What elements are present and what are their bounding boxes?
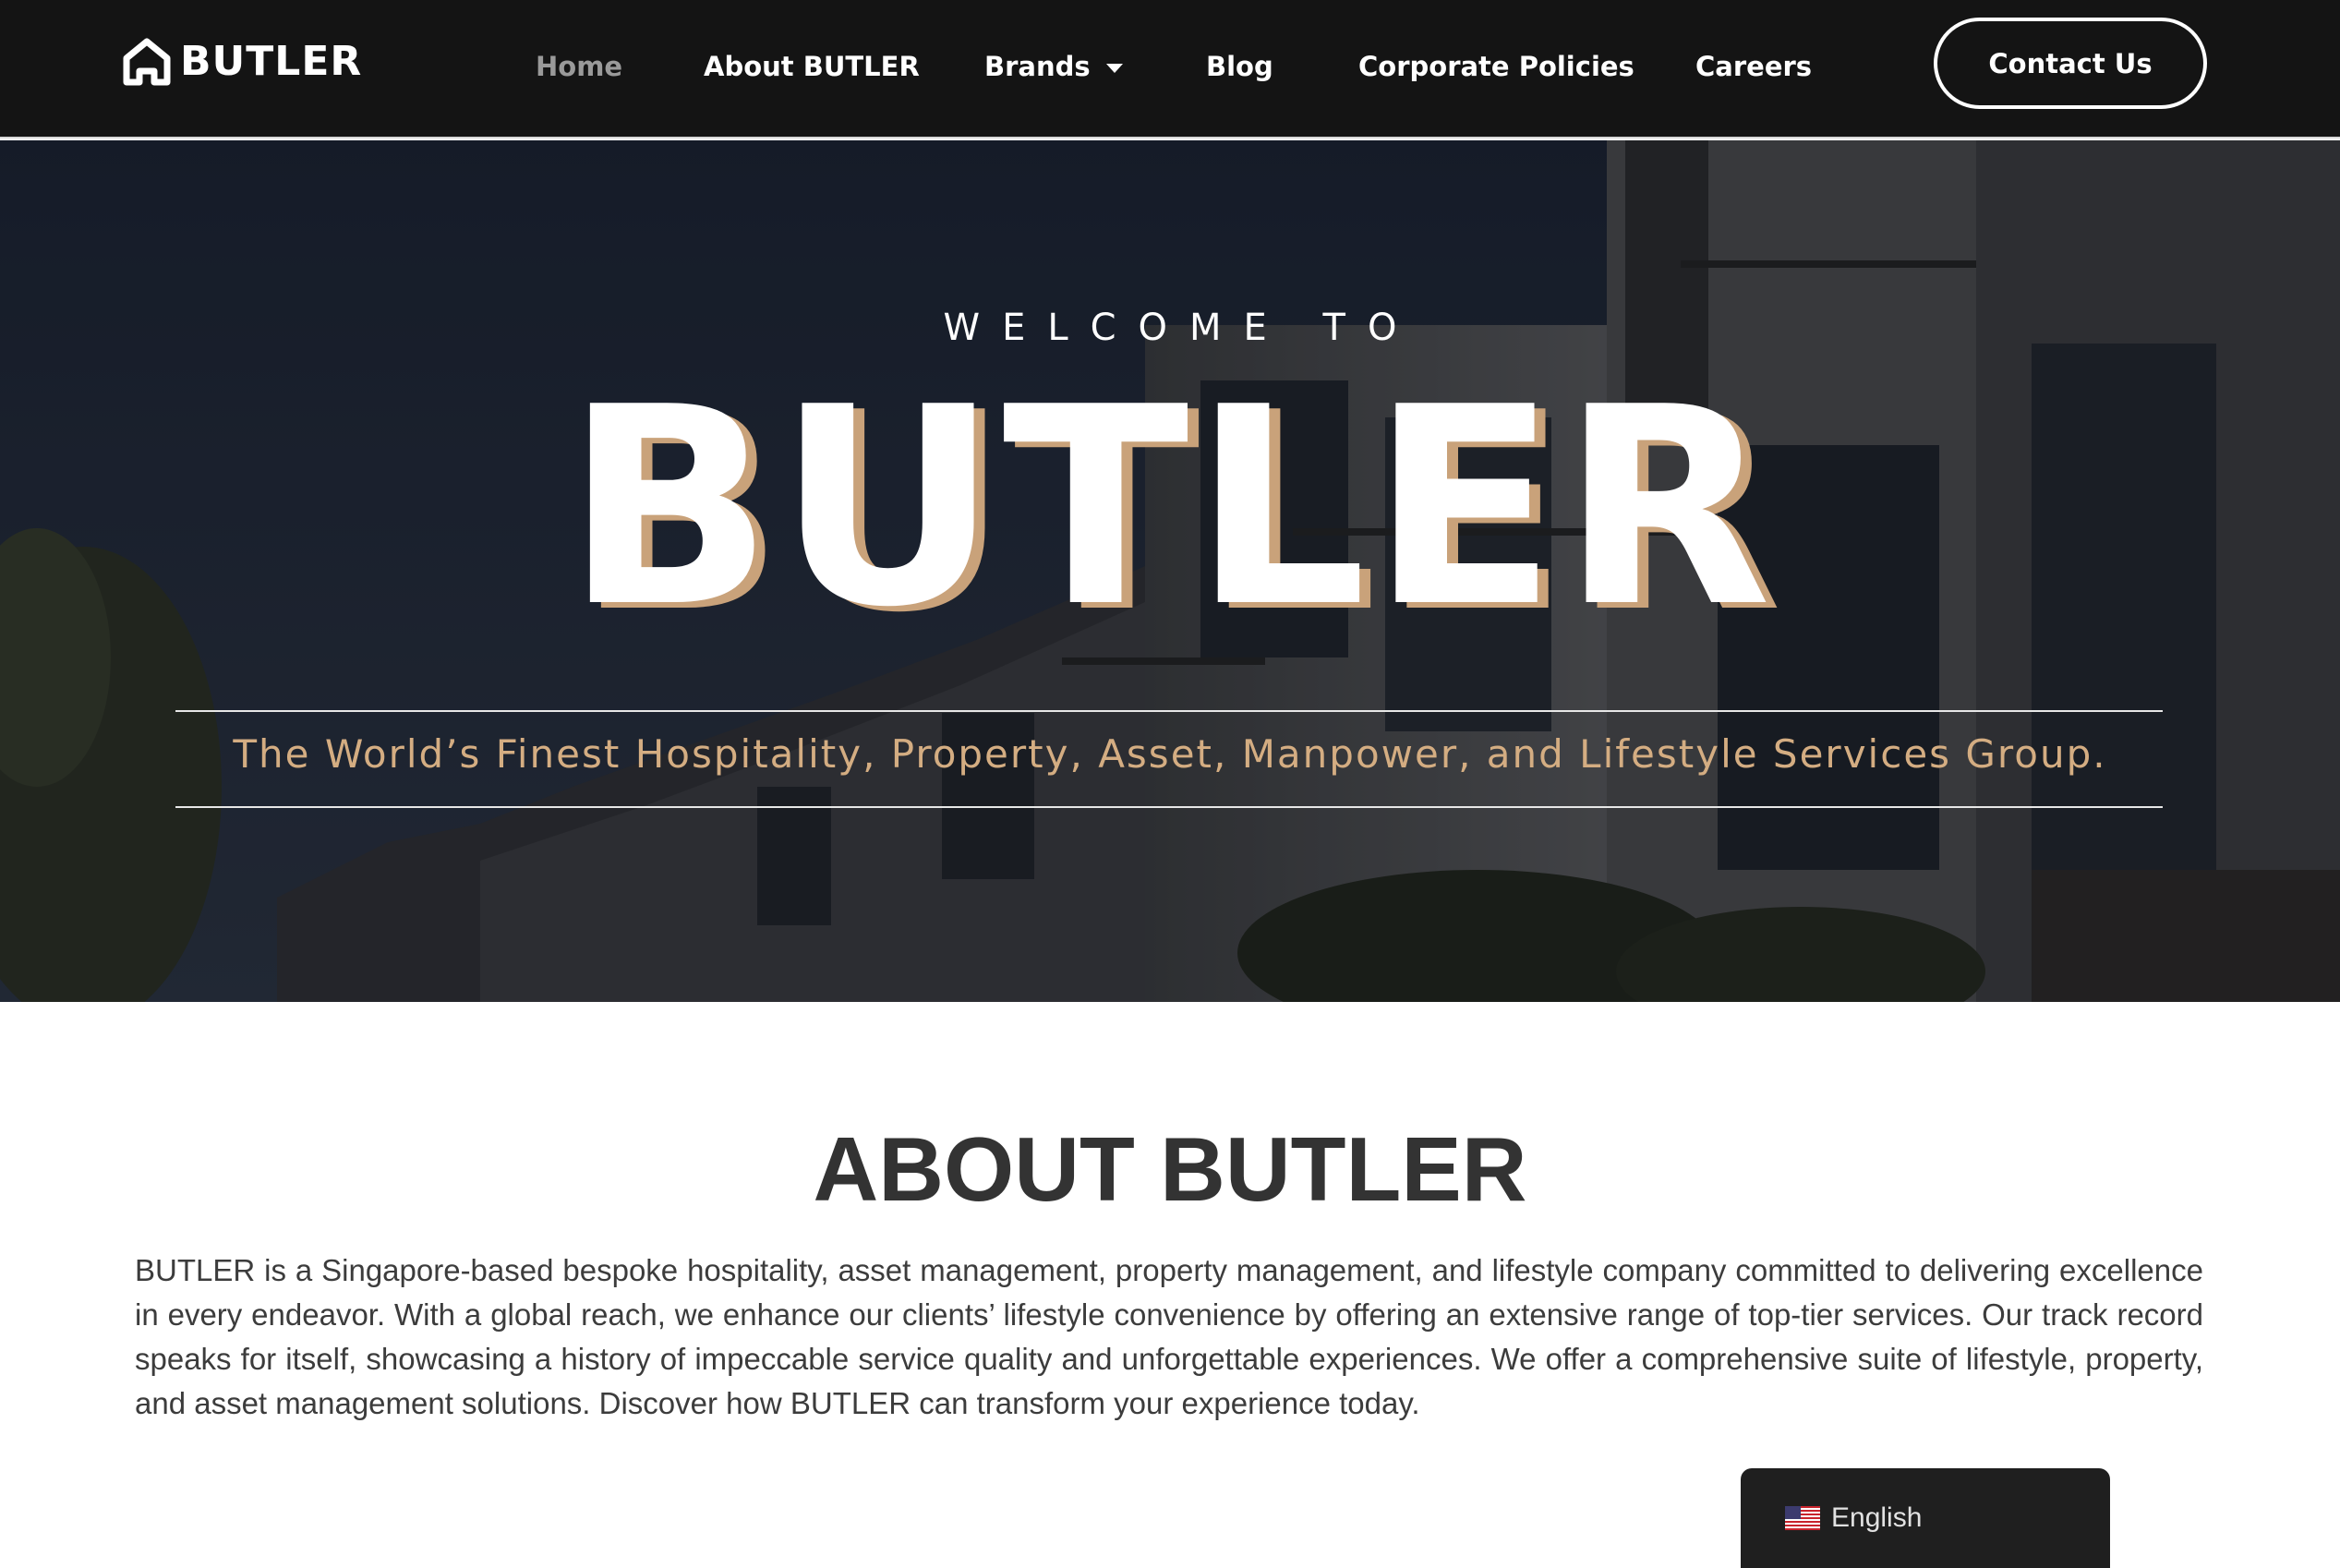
chevron-down-icon [1105,64,1123,73]
language-switcher[interactable]: English [1741,1468,2110,1568]
nav-corporate-policies[interactable]: Corporate Policies [1358,46,1634,87]
contact-us-button[interactable]: Contact Us [1934,18,2207,109]
about-title: ABOUT BUTLER [813,1118,1527,1220]
logo-text: BUTLER [180,37,363,85]
site-header: BUTLER Home About BUTLER Brands Blog Cor… [0,0,2340,139]
hero-welcome: WELCOME TO [943,307,1419,349]
nav-home[interactable]: Home [536,46,622,87]
nav-blog[interactable]: Blog [1206,46,1273,87]
us-flag-icon [1785,1506,1820,1530]
nav-careers[interactable]: Careers [1695,46,1812,87]
nav-about-butler[interactable]: About BUTLER [704,46,920,87]
hero-divider-bottom [175,806,2163,808]
hero-tagline: The World’s Finest Hospitality, Property… [233,731,2107,777]
hero-section: WELCOME TO BUTLER The World’s Finest Hos… [0,140,2340,1002]
about-text: BUTLER is a Singapore-based bespoke hosp… [135,1253,2203,1420]
butler-logo[interactable]: BUTLER [121,35,362,87]
nav-brands-label: Brands [984,51,1091,82]
nav-brands[interactable]: Brands [984,46,1124,87]
hero-divider-top [175,710,2163,712]
hero-title: BUTLER [564,348,1776,667]
house-logo-icon [123,38,171,86]
language-label: English [1831,1502,1923,1533]
